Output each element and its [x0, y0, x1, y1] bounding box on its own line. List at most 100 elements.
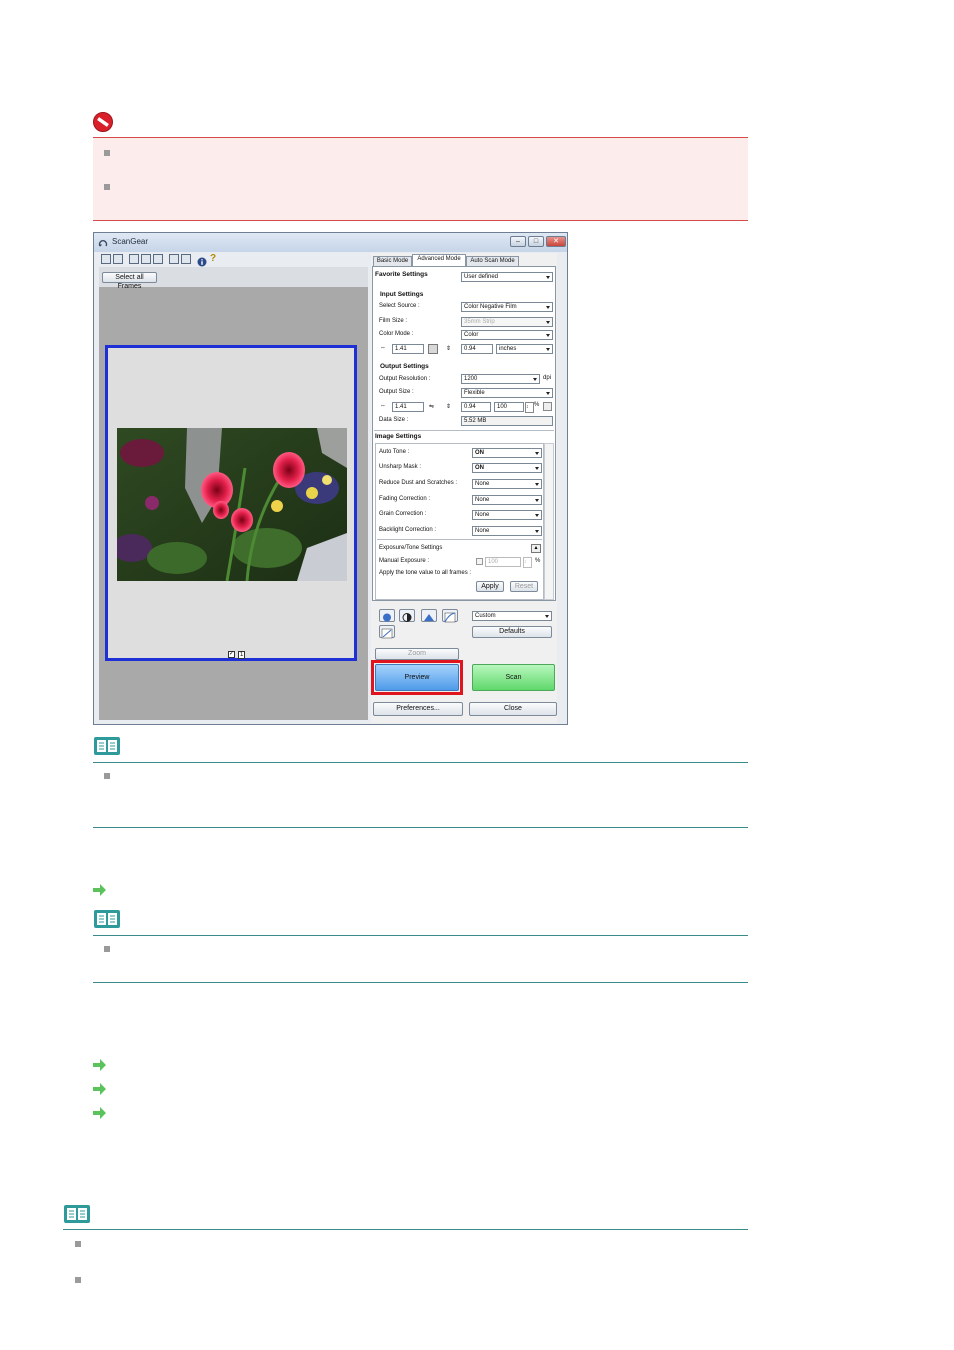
auto-crop-icon[interactable] [129, 254, 139, 264]
select-frames-icon[interactable] [141, 254, 151, 264]
reduce-dust-select[interactable]: None [472, 479, 542, 489]
output-height-field[interactable]: 0.94 [461, 402, 491, 412]
note-divider [93, 982, 748, 983]
select-source-select[interactable]: Color Negative Film [461, 302, 553, 312]
note-divider [93, 827, 748, 828]
brightness-contrast-icon[interactable] [379, 609, 395, 622]
tab-basic-mode[interactable]: Basic Mode [373, 256, 412, 266]
scale-spinner-icon[interactable]: ↕ [525, 402, 534, 413]
histogram-icon[interactable] [421, 609, 437, 622]
output-width-field[interactable]: 1.41 [392, 402, 424, 412]
input-height-field[interactable]: 0.94 [461, 344, 493, 354]
bullet [104, 150, 110, 156]
width-icon: ⇔ [380, 403, 386, 409]
note-icon [93, 909, 121, 929]
auto-tone-select[interactable]: ON [472, 448, 542, 458]
auto-tone-label: Auto Tone : [379, 449, 410, 455]
fading-correction-select[interactable]: None [472, 495, 542, 505]
backlight-correction-select[interactable]: None [472, 526, 542, 536]
color-mode-select[interactable]: Color [461, 330, 553, 340]
preview-button[interactable]: Preview [375, 664, 459, 691]
input-settings-heading: Input Settings [380, 291, 424, 298]
bullet [75, 1277, 81, 1283]
image-settings-heading: Image Settings [375, 433, 422, 440]
note-icon [93, 736, 121, 756]
unsharp-mask-select[interactable]: ON [472, 463, 542, 473]
fading-correction-label: Fading Correction : [379, 496, 431, 502]
grain-correction-select[interactable]: None [472, 510, 542, 520]
preview-image-flowers [112, 428, 347, 582]
close-button[interactable]: Close [469, 702, 557, 716]
bullet [104, 184, 110, 190]
unsharp-mask-label: Unsharp Mask : [379, 464, 422, 470]
rotate-right-icon[interactable] [113, 254, 123, 264]
input-width-field[interactable]: 1.41 [392, 344, 424, 354]
zoom-button[interactable]: Zoom [375, 648, 459, 660]
link-arrow-icon[interactable] [93, 1058, 107, 1071]
thumbnail-view-icon[interactable] [169, 254, 179, 264]
help-icon[interactable]: ? [210, 253, 220, 265]
apply-button[interactable]: Apply [476, 581, 504, 592]
apply-all-frames-label: Apply the tone value to all frames : [379, 570, 472, 576]
manual-exposure-unit: % [535, 558, 541, 564]
output-size-select[interactable]: Flexible [461, 388, 553, 398]
add-size-icon[interactable] [543, 402, 552, 411]
frame-number: 1 [238, 651, 246, 659]
important-box [93, 137, 748, 221]
rotate-left-icon[interactable] [101, 254, 111, 264]
manual-exposure-field[interactable]: 100 [485, 557, 521, 567]
tab-advanced-mode[interactable]: Advanced Mode [412, 254, 466, 266]
manual-exposure-spinner-icon[interactable]: ↕ [523, 557, 532, 568]
film-size-label: Film Size : [379, 318, 408, 324]
output-settings-heading: Output Settings [380, 363, 429, 370]
separator [377, 539, 542, 540]
aspect-lock-icon[interactable] [428, 344, 438, 354]
favorite-settings-label: Favorite Settings [375, 271, 428, 278]
tone-preset-select[interactable]: Custom [472, 611, 552, 621]
data-size-value: 5.52 MB [461, 416, 553, 426]
swap-icon[interactable]: ⇋ [429, 403, 434, 410]
link-arrow-icon[interactable] [93, 883, 107, 896]
collapse-icon[interactable]: ▴ [531, 544, 541, 553]
note-divider [93, 762, 748, 763]
reset-button[interactable]: Reset [510, 581, 538, 592]
unit-select[interactable]: inches [496, 344, 553, 354]
important-icon [93, 112, 113, 132]
reduce-dust-label: Reduce Dust and Scratches : [379, 480, 458, 486]
tab-auto-scan-mode[interactable]: Auto Scan Mode [466, 256, 519, 266]
minimize-button[interactable]: – [510, 236, 526, 247]
bullet [104, 773, 110, 779]
contrast-icon[interactable] [399, 609, 415, 622]
separator [374, 430, 554, 431]
bullet [75, 1241, 81, 1247]
preferences-button[interactable]: Preferences... [373, 702, 463, 716]
whole-image-view-icon[interactable] [181, 254, 191, 264]
final-review-icon[interactable] [379, 625, 395, 639]
frame-checkbox[interactable]: ✓ [228, 651, 235, 658]
link-arrow-icon[interactable] [93, 1082, 107, 1095]
close-window-button[interactable]: ✕ [546, 236, 566, 247]
favorite-settings-select[interactable]: User defined [461, 272, 553, 282]
select-all-frames-button[interactable]: Select all Frames [102, 272, 157, 290]
exposure-tone-label: Exposure/Tone Settings [379, 545, 443, 551]
color-mode-label: Color Mode : [379, 331, 414, 337]
clear-crop-icon[interactable] [153, 254, 163, 264]
tone-curve-icon[interactable] [442, 609, 458, 623]
width-icon: ⇔ [380, 345, 386, 351]
scale-field[interactable]: 100 [494, 402, 524, 412]
maximize-button[interactable]: □ [528, 236, 544, 247]
link-arrow-icon[interactable] [93, 1106, 107, 1119]
output-resolution-label: Output Resolution : [379, 376, 431, 382]
select-source-label: Select Source : [379, 303, 420, 309]
scan-button[interactable]: Scan [472, 664, 555, 691]
defaults-button[interactable]: Defaults [472, 626, 552, 638]
manual-exposure-checkbox[interactable] [476, 558, 483, 565]
height-icon: ⇕ [446, 404, 452, 410]
dpi-unit: dpi [543, 375, 552, 381]
info-icon[interactable] [197, 254, 207, 267]
output-resolution-select[interactable]: 1200 [461, 374, 540, 384]
note-divider [63, 1229, 748, 1230]
backlight-correction-label: Backlight Correction : [379, 527, 437, 533]
image-settings-scrollbar[interactable] [544, 443, 554, 600]
film-size-select[interactable]: 35mm Strip [461, 317, 553, 327]
